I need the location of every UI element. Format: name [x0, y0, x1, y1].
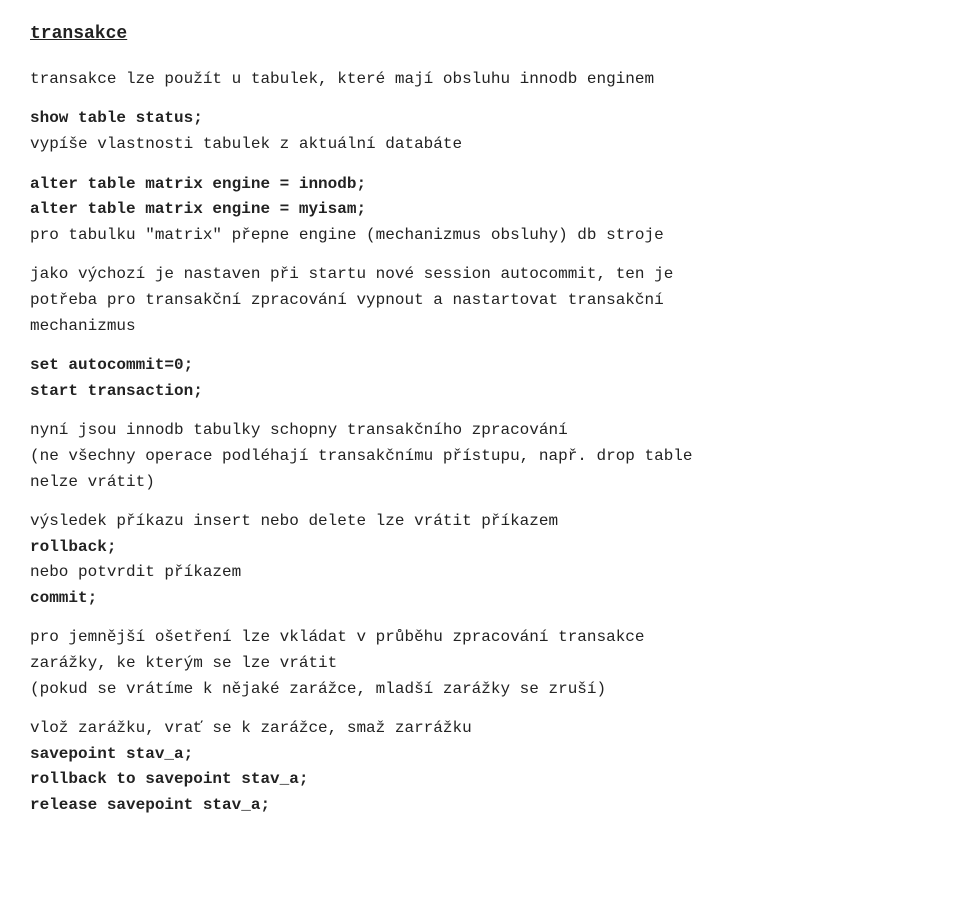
innodb-desc-line2: (ne všechny operace podléhají transakční…	[30, 447, 693, 465]
section-rollback: výsledek příkazu insert nebo delete lze …	[30, 509, 930, 611]
innodb-desc-line1: nyní jsou innodb tabulky schopny transak…	[30, 421, 568, 439]
autocommit-desc-line1: jako výchozí je nastaven při startu nové…	[30, 265, 673, 283]
start-transaction-command: start transaction;	[30, 382, 203, 400]
alter-table-desc: pro tabulku "matrix" přepne engine (mech…	[30, 226, 664, 244]
section-savepoint-desc: pro jemnější ošetření lze vkládat v průb…	[30, 625, 930, 702]
section-alter-table: alter table matrix engine = innodb; alte…	[30, 172, 930, 249]
alter-innodb-command: alter table matrix engine = innodb;	[30, 175, 366, 193]
show-table-desc: vypíše vlastnosti tabulek z aktuální dat…	[30, 135, 462, 153]
intro-text: transakce lze použít u tabulek, které ma…	[30, 70, 654, 88]
page-title: transakce	[30, 20, 930, 49]
section-intro: transakce lze použít u tabulek, které ma…	[30, 67, 930, 93]
rollback-command: rollback;	[30, 538, 116, 556]
autocommit-desc-line2: potřeba pro transakční zpracování vypnou…	[30, 291, 664, 309]
section-innodb-desc: nyní jsou innodb tabulky schopny transak…	[30, 418, 930, 495]
autocommit-desc-line3: mechanizmus	[30, 317, 136, 335]
show-table-command: show table status;	[30, 109, 203, 127]
section-show-table: show table status; vypíše vlastnosti tab…	[30, 106, 930, 157]
savepoint-intro-line: vlož zarážku, vrať se k zarážce, smaž za…	[30, 719, 472, 737]
set-autocommit-command: set autocommit=0;	[30, 356, 193, 374]
section-autocommit-desc: jako výchozí je nastaven při startu nové…	[30, 262, 930, 339]
savepoint-command: savepoint stav_a;	[30, 745, 193, 763]
rollback-to-savepoint-command: rollback to savepoint stav_a;	[30, 770, 308, 788]
alter-myisam-command: alter table matrix engine = myisam;	[30, 200, 366, 218]
savepoint-desc-line2: zarážky, ke kterým se lze vrátit	[30, 654, 337, 672]
savepoint-desc-line3: (pokud se vrátíme k nějaké zarážce, mlad…	[30, 680, 606, 698]
innodb-desc-line3: nelze vrátit)	[30, 473, 155, 491]
commit-command: commit;	[30, 589, 97, 607]
main-content: transakce transakce lze použít u tabulek…	[30, 20, 930, 819]
release-savepoint-command: release savepoint stav_a;	[30, 796, 270, 814]
section-savepoint-commands: vlož zarážku, vrať se k zarážce, smaž za…	[30, 716, 930, 818]
rollback-desc-line1: výsledek příkazu insert nebo delete lze …	[30, 512, 558, 530]
commit-desc: nebo potvrdit příkazem	[30, 563, 241, 581]
savepoint-desc-line1: pro jemnější ošetření lze vkládat v průb…	[30, 628, 645, 646]
section-set-autocommit: set autocommit=0; start transaction;	[30, 353, 930, 404]
